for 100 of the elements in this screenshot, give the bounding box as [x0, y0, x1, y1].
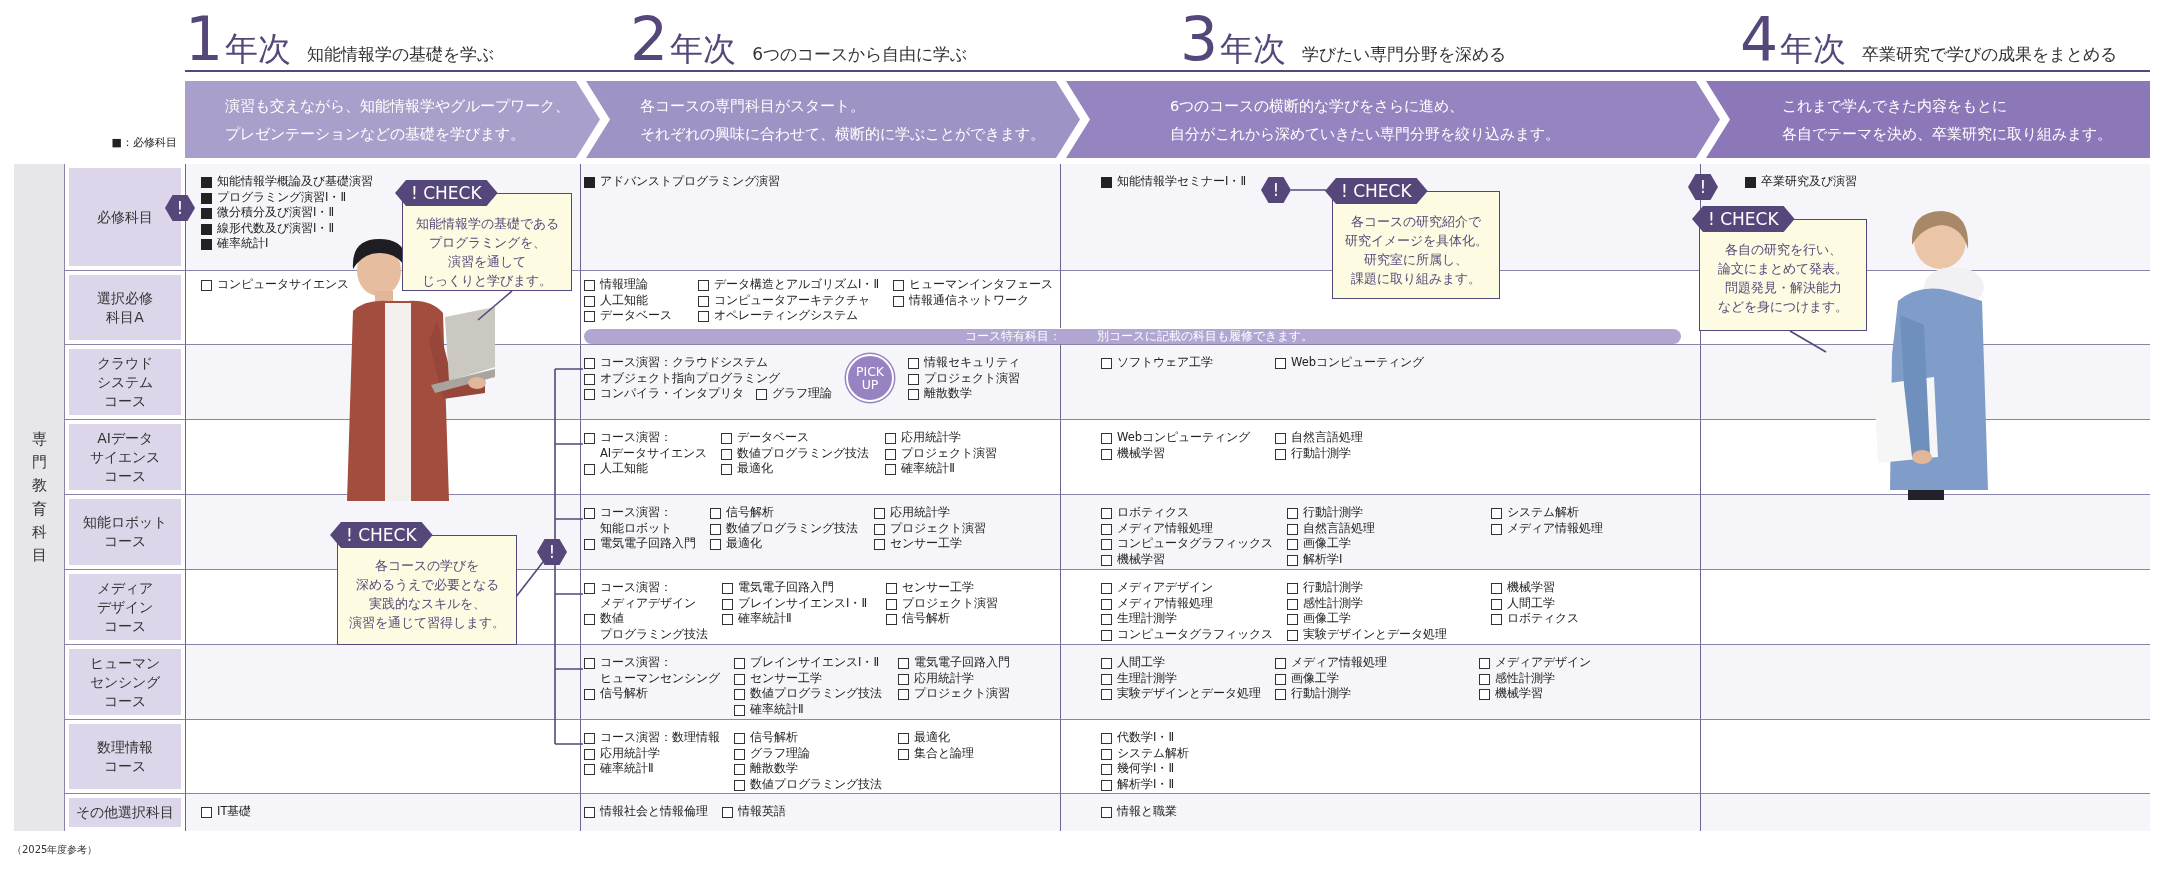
subject-name: 実験デザインとデータ処理: [1117, 686, 1261, 702]
subject-name: 実験デザインとデータ処理: [1303, 626, 1447, 642]
subject-name: 画像工学: [1291, 670, 1339, 686]
phase-description: プレゼンテーションなどの基礎を学びます。: [225, 124, 526, 144]
subject-name: 確率統計Ⅱ: [600, 761, 654, 777]
row-label: デザイン: [97, 597, 153, 617]
callout-text: 問題発見・解決能力: [1724, 279, 1842, 297]
subject-name: 電気電子回路入門: [914, 655, 1010, 671]
callout-text: 課題に取り組みます。: [1351, 270, 1481, 288]
subject-name: 自然言語処理: [1303, 520, 1375, 536]
subject-name: データベース: [600, 308, 672, 324]
phase-description: これまで学んできた内容をもとに: [1782, 96, 2008, 116]
subject-name: オブジェクト指向プログラミング: [600, 370, 780, 386]
year-number: 3: [1180, 8, 1219, 70]
subject-name: 集合と論理: [914, 745, 974, 761]
subject-name: Webコンピューティング: [1117, 430, 1251, 446]
callout-text: 各自の研究を行い、: [1724, 241, 1842, 259]
subject-name: ソフトウェア工学: [1117, 355, 1213, 371]
row-label: 科目A: [106, 307, 144, 327]
subject-name: オペレーティングシステム: [714, 308, 858, 324]
subject-name: ロボティクス: [1507, 611, 1579, 627]
subject-name: ヒューマンインタフェース: [909, 277, 1054, 293]
row-label: AIデータ: [97, 428, 153, 448]
subject-name: 応用統計学: [914, 670, 974, 686]
subject-name: 解析学Ⅰ・Ⅱ: [1117, 776, 1175, 792]
check-tag: ! CHECK: [395, 180, 498, 206]
year-label: 年次: [225, 28, 292, 70]
subject-name: 信号解析: [726, 505, 774, 521]
callout-text: 各コースの学びを: [375, 557, 479, 575]
subject-name: メディアデザイン: [600, 595, 696, 611]
row-label: ヒューマン: [90, 653, 160, 673]
row-label: コース: [104, 616, 146, 636]
callout-text: 実践的なスキルを、: [368, 595, 486, 613]
year-theme: 知能情報学の基礎を学ぶ: [307, 43, 495, 66]
row-label: 知能ロボット: [83, 513, 167, 532]
subject-name: 情報社会と情報倫理: [600, 804, 708, 820]
subject-name: 機械学習: [1507, 580, 1555, 596]
row-label: コース: [104, 532, 146, 551]
subject-name: コース演習：クラウドシステム: [600, 355, 768, 371]
subject-name: メディアデザイン: [1495, 655, 1591, 671]
subject-name: 離散数学: [750, 761, 798, 777]
check-tag: ! CHECK: [330, 522, 433, 548]
subject-name: 離散数学: [924, 386, 972, 402]
subject-name: 情報通信ネットワーク: [909, 292, 1030, 308]
subject-name: プログラミング演習Ⅰ・Ⅱ: [217, 189, 347, 205]
subject-name: 卒業研究及び演習: [1761, 174, 1857, 190]
year-label: 年次: [670, 28, 737, 70]
year-number: 2: [630, 8, 669, 70]
subject-name: コース演習：: [600, 580, 673, 596]
subject-name: コンピュータアーキテクチャ: [714, 292, 870, 308]
subject-name: データ構造とアルゴリズムⅠ・Ⅱ: [714, 277, 880, 293]
subject-name: コース演習：: [600, 430, 673, 446]
subject-name: コンピュータグラフィックス: [1117, 626, 1273, 642]
subject-name: 行動計測学: [1291, 445, 1351, 461]
phase-description: 自分がこれから深めていきたい専門分野を絞り込みます。: [1170, 124, 1560, 144]
check-tag: ! CHECK: [1325, 178, 1428, 204]
subject-name: 最適化: [914, 730, 950, 746]
subject-name: 人工知能: [600, 461, 648, 477]
check-tag: ! CHECK: [1692, 206, 1795, 232]
subject-name: 人工知能: [600, 292, 648, 308]
subject-name: データベース: [737, 430, 810, 446]
row-label: コース: [104, 756, 146, 776]
subject-name: 解析学Ⅰ: [1303, 551, 1343, 567]
subject-name: 確率統計Ⅱ: [750, 701, 804, 717]
subject-name: 生理計測学: [1117, 670, 1177, 686]
callout-text: 論文にまとめて発表。: [1718, 260, 1848, 278]
subject-name: 電気電子回路入門: [600, 536, 696, 552]
subject-name: 信号解析: [750, 730, 798, 746]
subject-name: 応用統計学: [600, 745, 660, 761]
subject-name: 数値プログラミング技法: [737, 445, 870, 461]
subject-name: 信号解析: [902, 611, 950, 627]
subject-name: プロジェクト演習: [924, 370, 1020, 386]
year-number: 1: [185, 8, 224, 70]
row-label: コース: [104, 691, 146, 711]
subject-name: 情報セキュリティ: [924, 355, 1020, 371]
callout-text: プログラミングを、: [428, 234, 546, 252]
subject-name: 機械学習: [1117, 445, 1165, 461]
subject-name: 知能情報学概論及び基礎演習: [217, 174, 373, 190]
legend-text: ■：必修科目: [111, 135, 177, 150]
subject-name: メディア情報処理: [1117, 520, 1213, 536]
subject-name: 最適化: [737, 461, 774, 477]
subject-name: 感性計測学: [1303, 595, 1363, 611]
subject-name: 情報英語: [738, 804, 786, 820]
callout-text: 演習を通じて習得します。: [349, 614, 505, 632]
subject-name: 数値: [600, 611, 625, 627]
subject-name: アドバンストプログラミング演習: [600, 174, 780, 190]
subject-name: 電気電子回路入門: [738, 580, 834, 596]
subject-name: 信号解析: [600, 686, 648, 702]
subject-name: 数値プログラミング技法: [726, 520, 858, 536]
subject-name: 代数学Ⅰ・Ⅱ: [1117, 730, 1175, 746]
subject-name: 機械学習: [1117, 551, 1165, 567]
callout-text: 演習を通して: [448, 253, 526, 271]
note-text: 別コースに記載の科目も履修できます。: [1097, 328, 1314, 344]
footnote: （2025年度参考）: [12, 843, 98, 857]
callout-text: 各コースの研究紹介で: [1351, 213, 1481, 231]
row-label: メディア: [97, 578, 153, 598]
subject-name: 感性計測学: [1495, 670, 1555, 686]
subject-name: 人間工学: [1117, 655, 1165, 671]
subject-name: 行動計測学: [1303, 580, 1363, 596]
subject-name: 線形代数及び演習Ⅰ・Ⅱ: [217, 220, 335, 236]
